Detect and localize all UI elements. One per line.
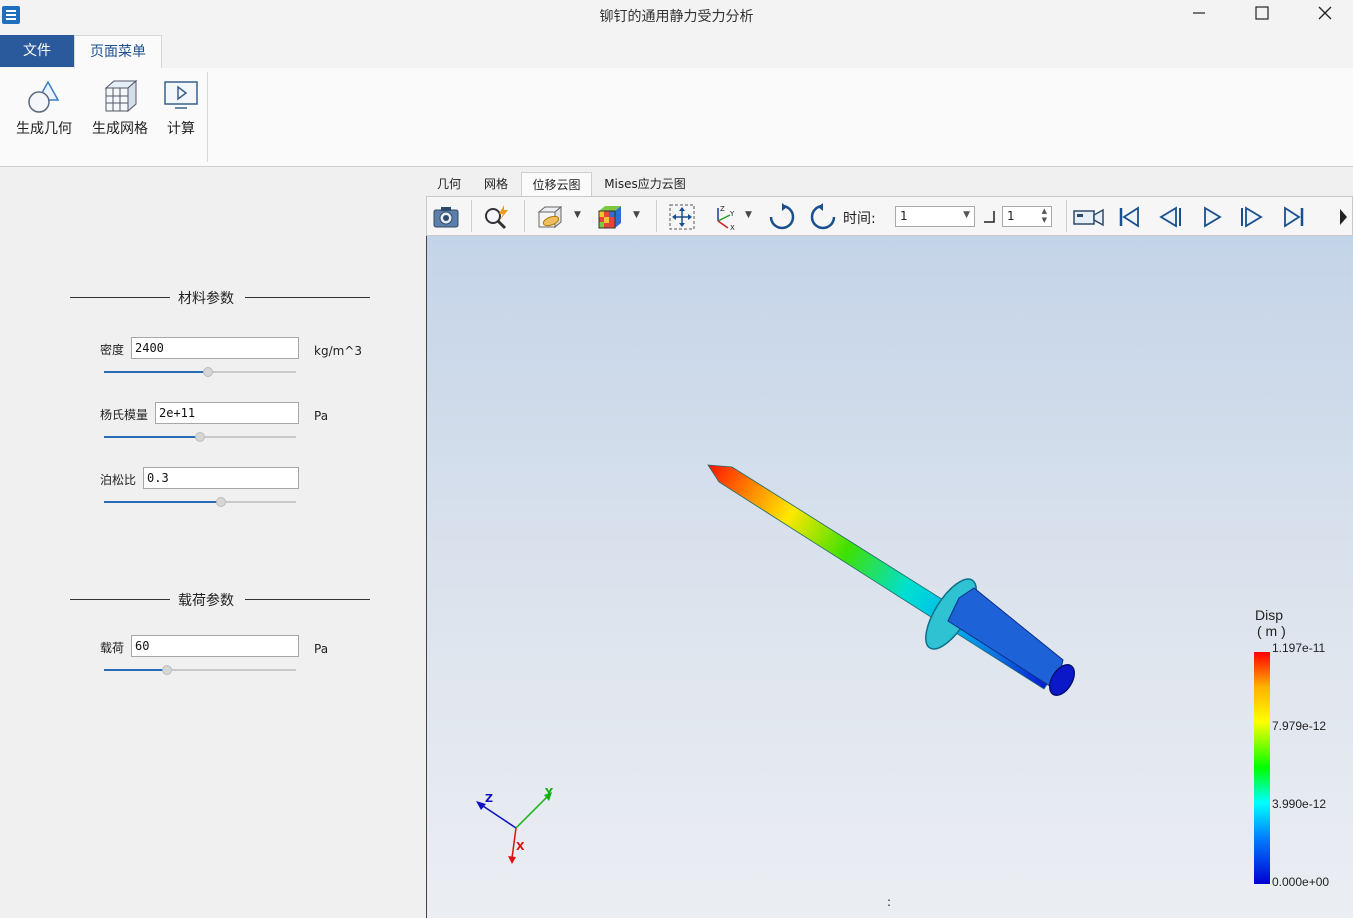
toolbar-overflow-icon[interactable] (1338, 206, 1350, 228)
load-slider-thumb[interactable] (162, 665, 173, 675)
minimize-button[interactable] (1176, 0, 1222, 32)
load-input[interactable] (131, 635, 299, 657)
compute-label: 计算 (167, 121, 195, 137)
monitor-play-icon (164, 81, 198, 109)
axis-y-label: Y (545, 786, 553, 799)
youngs-modulus-input[interactable] (155, 402, 299, 424)
youngs-modulus-label: 杨氏模量 (100, 408, 149, 422)
color-legend-bar (1254, 652, 1270, 884)
zoom-pick-icon[interactable] (482, 203, 510, 231)
load-group-line-right (245, 599, 370, 600)
step-icon (984, 211, 995, 223)
step-spinbox[interactable]: 1 ▲ ▼ (1002, 206, 1052, 227)
window-title: 铆钉的通用静力受力分析 (599, 9, 754, 25)
legend-title: Disp (1255, 607, 1284, 623)
record-video-icon[interactable] (1073, 203, 1105, 231)
legend-min-label: 0.000e+00 (1272, 875, 1330, 889)
poisson-ratio-input[interactable] (143, 467, 299, 489)
spin-arrows-icon[interactable]: ▲ ▼ (1042, 207, 1047, 225)
svg-text:X: X (730, 224, 735, 231)
youngs-modulus-slider[interactable] (104, 432, 296, 442)
load-group-title: 载荷参数 (178, 593, 234, 609)
camera-icon[interactable] (432, 203, 460, 231)
menu-tab-bar (0, 32, 1353, 69)
density-slider-thumb[interactable] (202, 367, 213, 377)
parameter-panel (0, 170, 425, 918)
axis-orientation-icon[interactable]: Z Y X (710, 203, 738, 231)
svg-text:Z: Z (720, 205, 725, 213)
clip-plane-dropdown-icon[interactable]: ▼ (574, 210, 581, 220)
toolbar-separator (656, 200, 657, 232)
play-icon[interactable] (1198, 203, 1226, 231)
view-tab-geometry[interactable]: 几何 (428, 172, 470, 196)
viewport-status-text: : (887, 895, 892, 909)
close-icon (1318, 6, 1332, 20)
minimize-icon (1193, 12, 1205, 14)
compute-button[interactable]: 计算 (160, 78, 202, 138)
next-frame-icon[interactable] (1238, 203, 1266, 231)
svg-text:Y: Y (729, 210, 735, 218)
mesh-cube-icon (104, 79, 138, 113)
fit-view-icon[interactable] (668, 203, 696, 231)
tab-page-menu[interactable]: 页面菜单 (74, 35, 162, 68)
first-frame-icon[interactable] (1115, 203, 1143, 231)
toolbar-separator (471, 200, 472, 232)
material-group-line-right (245, 297, 370, 298)
axis-dropdown-icon[interactable]: ▼ (745, 210, 752, 220)
rotate-ccw-icon[interactable] (809, 203, 837, 231)
geometry-shapes-icon (28, 80, 60, 113)
ribbon (0, 68, 1353, 167)
density-input[interactable] (131, 337, 299, 359)
maximize-icon (1255, 6, 1269, 20)
axis-z-label: Z (485, 792, 493, 805)
tab-file[interactable]: 文件 (0, 35, 74, 67)
load-unit: Pa (314, 642, 329, 656)
close-button[interactable] (1302, 0, 1348, 32)
generate-mesh-label: 生成网格 (92, 121, 148, 137)
step-spinbox-value: 1 (1007, 209, 1015, 223)
axis-x-label: X (516, 840, 525, 853)
time-select[interactable]: 1 ▼ (895, 206, 975, 227)
legend-unit: ( m ) (1257, 623, 1286, 639)
poisson-ratio-slider[interactable] (104, 497, 296, 507)
density-slider[interactable] (104, 367, 296, 377)
poisson-ratio-slider-thumb[interactable] (216, 497, 227, 507)
color-dropdown-icon[interactable]: ▼ (633, 210, 640, 220)
clip-plane-icon[interactable] (536, 203, 564, 231)
rotate-cw-icon[interactable] (768, 203, 796, 231)
view-tab-displacement[interactable]: 位移云图 (521, 172, 592, 196)
density-label: 密度 (100, 343, 125, 357)
time-label: 时间: (843, 211, 876, 227)
material-group-line-left (70, 297, 170, 298)
color-cube-icon[interactable] (596, 203, 624, 231)
legend-tick-label: 3.990e-12 (1272, 797, 1327, 811)
toolbar-separator (524, 200, 525, 232)
load-label: 载荷 (100, 641, 125, 655)
material-group-title: 材料参数 (178, 291, 234, 307)
youngs-modulus-slider-thumb[interactable] (195, 432, 205, 442)
time-select-value: 1 (900, 209, 908, 223)
previous-frame-icon[interactable] (1156, 203, 1184, 231)
ribbon-divider (207, 72, 208, 162)
toolbar-separator (1066, 200, 1067, 232)
generate-geometry-button[interactable]: 生成几何 (12, 78, 76, 138)
load-slider[interactable] (104, 665, 296, 675)
legend-max-label: 1.197e-11 (1272, 641, 1326, 655)
youngs-modulus-unit: Pa (314, 409, 329, 423)
density-unit: kg/m^3 (314, 344, 362, 358)
last-frame-icon[interactable] (1280, 203, 1308, 231)
chevron-down-icon: ▼ (963, 210, 970, 220)
view-tab-mises-stress[interactable]: Mises应力云图 (597, 172, 693, 196)
maximize-button[interactable] (1239, 0, 1285, 32)
view-tab-mesh[interactable]: 网格 (474, 172, 518, 196)
load-group-line-left (70, 599, 170, 600)
generate-geometry-label: 生成几何 (16, 121, 72, 137)
generate-mesh-button[interactable]: 生成网格 (88, 78, 152, 138)
poisson-ratio-label: 泊松比 (100, 473, 137, 487)
legend-tick-label: 7.979e-12 (1272, 719, 1327, 733)
